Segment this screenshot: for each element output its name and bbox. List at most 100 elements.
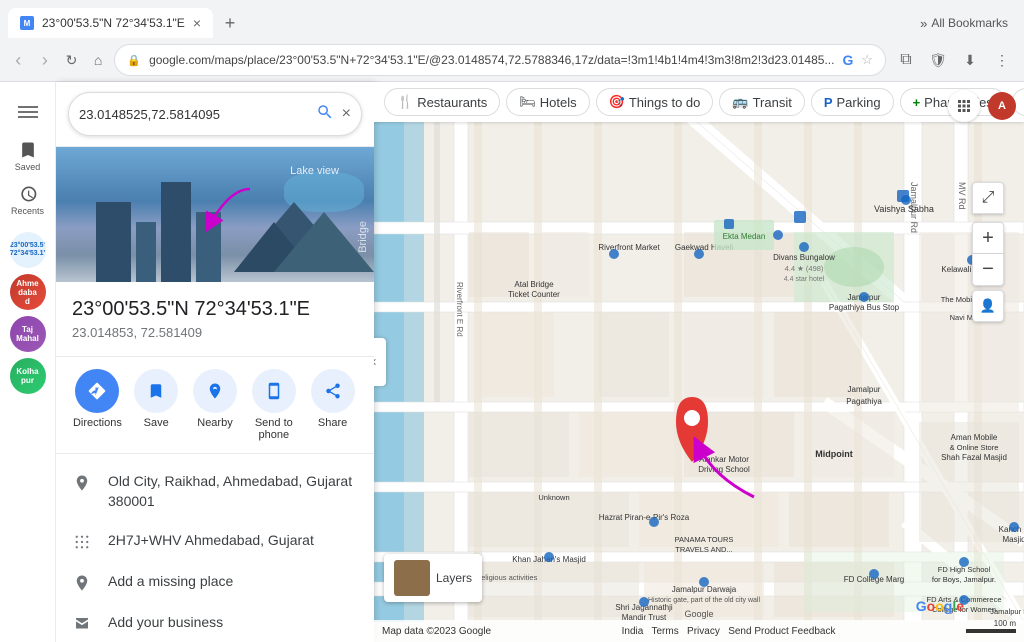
- svg-text:Vaishya Sabha: Vaishya Sabha: [874, 204, 934, 214]
- add-missing-text: Add a missing place: [108, 572, 233, 592]
- recent-place-kolhapur[interactable]: Kolhapur: [10, 358, 46, 394]
- copyright-text: Map data ©2023 Google: [382, 626, 491, 637]
- apps-grid-button[interactable]: [948, 90, 980, 122]
- saved-label: Saved: [15, 162, 41, 172]
- refresh-button[interactable]: ↻: [61, 46, 82, 74]
- sidebar-menu-button[interactable]: [8, 92, 48, 132]
- fullscreen-button[interactable]: ⤢: [972, 182, 1004, 214]
- panel-collapse-button[interactable]: [374, 338, 386, 386]
- directions-label: Directions: [73, 417, 122, 429]
- building-1: [96, 202, 131, 282]
- plus-code-text: 2H7J+WHV Ahmedabad, Gujarat: [108, 531, 314, 551]
- more-menu-button[interactable]: ⋮: [988, 46, 1016, 74]
- search-input[interactable]: 23.0148525,72.5814095: [79, 107, 308, 122]
- url-text: google.com/maps/place/23°00'53.5"N+72°34…: [149, 53, 834, 67]
- add-missing-place-item[interactable]: Add a missing place: [56, 562, 374, 603]
- svg-text:Riverfront Market: Riverfront Market: [598, 243, 660, 252]
- svg-text:Divans Bungalow: Divans Bungalow: [773, 253, 835, 262]
- share-icon-circle: [311, 369, 355, 413]
- layers-preview: [394, 560, 430, 596]
- filter-transit[interactable]: 🚌 Transit: [719, 88, 804, 116]
- share-label: Share: [318, 417, 347, 429]
- browser-tab[interactable]: M 23°00'53.5"N 72°34'53.1"E ×: [8, 8, 213, 38]
- filter-restaurants[interactable]: 🍴 Restaurants: [384, 88, 500, 116]
- zoom-out-button[interactable]: −: [972, 254, 1004, 286]
- sidebar-recents-button[interactable]: Recents: [8, 180, 48, 220]
- bridge-label: Bridge: [357, 221, 369, 253]
- filter-things-to-do[interactable]: 🎯 Things to do: [596, 88, 714, 116]
- action-buttons: Directions Save Nearby Send to phone: [56, 357, 374, 454]
- privacy-link[interactable]: Privacy: [687, 626, 720, 637]
- add-missing-icon: [72, 573, 92, 593]
- save-icon-circle: [134, 369, 178, 413]
- svg-text:Google: Google: [684, 609, 713, 619]
- directions-button[interactable]: Directions: [72, 369, 123, 441]
- things-label: Things to do: [629, 95, 701, 110]
- terms-link[interactable]: Terms: [651, 626, 678, 637]
- add-business-text: Add your business: [108, 613, 223, 633]
- svg-text:Jamalpur: Jamalpur: [848, 385, 881, 394]
- more-extensions-icon[interactable]: »: [920, 16, 927, 31]
- search-bar[interactable]: 23.0148525,72.5814095 ×: [68, 92, 362, 136]
- building-3: [161, 182, 191, 282]
- user-avatar[interactable]: A: [988, 92, 1016, 120]
- send-to-phone-button[interactable]: Send to phone: [248, 369, 299, 441]
- extensions-icon[interactable]: ⧉: [892, 46, 920, 74]
- address-bar[interactable]: 🔒 google.com/maps/place/23°00'53.5"N+72°…: [114, 44, 886, 76]
- recent-places: 23°00'53.5' 72°34'53.1' Ahmedabad TajMah…: [10, 232, 46, 394]
- plus-code-icon: [72, 532, 92, 552]
- building-2: [136, 222, 156, 282]
- map-preview: Lake view Bridge: [56, 147, 374, 282]
- new-tab-button[interactable]: +: [217, 10, 243, 36]
- layers-button[interactable]: Layers: [384, 554, 482, 602]
- sidebar-saved-button[interactable]: Saved: [8, 136, 48, 176]
- parking-icon: P: [824, 95, 833, 110]
- tab-close-button[interactable]: ×: [193, 15, 201, 31]
- svg-text:Ticket Counter: Ticket Counter: [508, 290, 560, 299]
- send-feedback-link[interactable]: Send Product Feedback: [728, 626, 835, 637]
- recent-place-ahmedabad[interactable]: Ahmedabad: [10, 274, 46, 310]
- save-button[interactable]: Save: [131, 369, 182, 441]
- svg-text:4.4 ★ (498): 4.4 ★ (498): [785, 264, 824, 273]
- address-item[interactable]: Old City, Raikhad, Ahmedabad, Gujarat 38…: [56, 462, 374, 521]
- home-button[interactable]: ⌂: [88, 46, 109, 74]
- svg-text:PANAMA TOURS: PANAMA TOURS: [675, 535, 734, 544]
- place-details-list: Old City, Raikhad, Ahmedabad, Gujarat 38…: [56, 454, 374, 642]
- map-area[interactable]: 🍴 Restaurants 🛏 Hotels 🎯 Things to do 🚌 …: [374, 82, 1024, 642]
- parking-label: Parking: [837, 95, 881, 110]
- svg-text:Atal Bridge: Atal Bridge: [514, 280, 554, 289]
- hotels-icon: 🛏: [519, 94, 536, 110]
- shield-icon[interactable]: 🛡: [924, 46, 952, 74]
- search-bar-container: 23.0148525,72.5814095 ×: [56, 82, 374, 147]
- pharmacy-icon: +: [913, 95, 921, 110]
- back-button[interactable]: ‹: [8, 46, 29, 74]
- plus-code-item[interactable]: 2H7J+WHV Ahmedabad, Gujarat: [56, 521, 374, 562]
- search-icon-button[interactable]: [316, 103, 334, 126]
- add-business-item[interactable]: Add your business: [56, 603, 374, 642]
- zoom-in-button[interactable]: +: [972, 222, 1004, 254]
- forward-button[interactable]: ›: [35, 46, 56, 74]
- scale-label: 100 m: [994, 619, 1016, 628]
- sidebar-narrow: Saved Recents 23°00'53.5' 72°34'53.1' Ah…: [0, 82, 56, 642]
- svg-text:4.4 star hotel: 4.4 star hotel: [784, 276, 825, 283]
- pegman-button[interactable]: 👤: [972, 290, 1004, 322]
- svg-text:Midpoint: Midpoint: [815, 449, 853, 459]
- filter-hotels[interactable]: 🛏 Hotels: [506, 88, 589, 116]
- send-phone-icon-circle: [252, 369, 296, 413]
- hotels-label: Hotels: [540, 95, 577, 110]
- filter-parking[interactable]: P Parking: [811, 88, 894, 116]
- star-icon[interactable]: ☆: [861, 52, 873, 68]
- transit-label: Transit: [753, 95, 792, 110]
- place-coords: 23.014853, 72.581409: [72, 325, 358, 340]
- svg-text:TRAVELS AND...: TRAVELS AND...: [675, 545, 732, 554]
- recent-place-taj[interactable]: TajMahal: [10, 316, 46, 352]
- share-button[interactable]: Share: [307, 369, 358, 441]
- search-clear-button[interactable]: ×: [342, 105, 351, 123]
- recent-place-coords[interactable]: 23°00'53.5' 72°34'53.1': [10, 232, 46, 268]
- svg-text:Unknown: Unknown: [538, 493, 569, 502]
- downloads-icon[interactable]: ⬇: [956, 46, 984, 74]
- svg-text:Ekta Medan: Ekta Medan: [723, 232, 766, 241]
- restaurants-label: Restaurants: [417, 95, 487, 110]
- transit-icon: 🚌: [732, 94, 748, 110]
- nearby-button[interactable]: Nearby: [190, 369, 241, 441]
